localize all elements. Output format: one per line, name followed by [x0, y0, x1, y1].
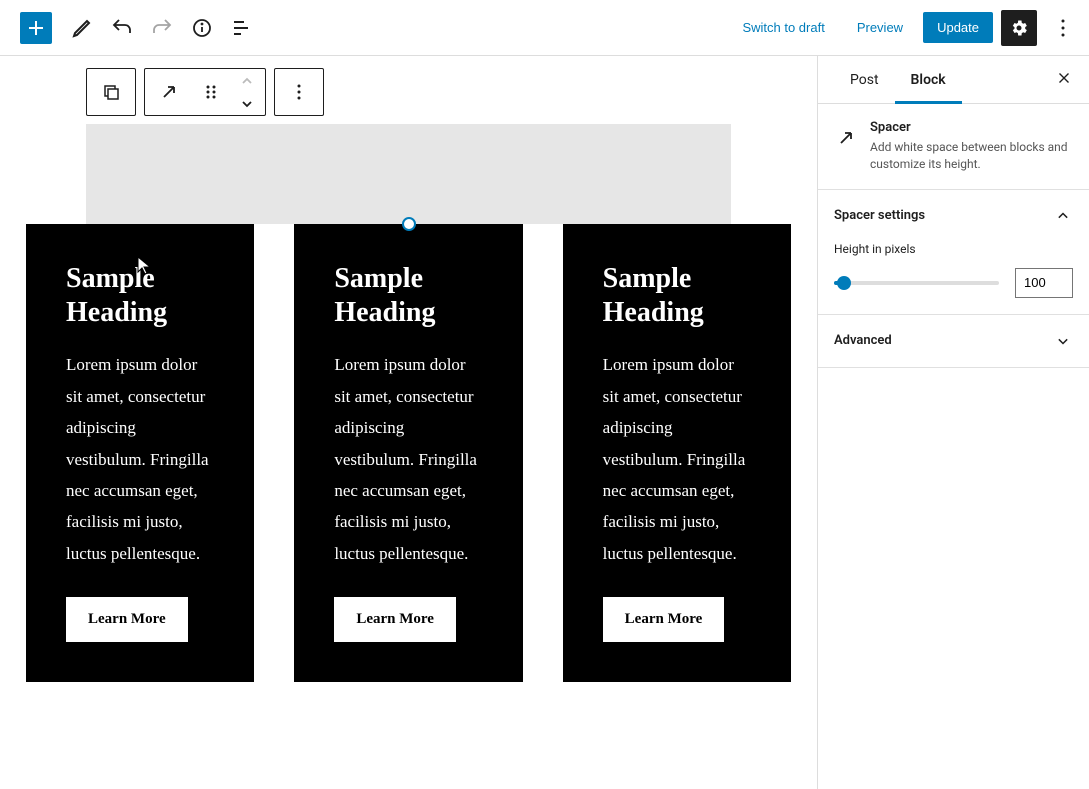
- select-parent-button[interactable]: [87, 69, 135, 115]
- toolbar-right: Switch to draft Preview Update: [730, 10, 1081, 46]
- spacer-resize-handle[interactable]: [402, 217, 416, 231]
- block-mover: [229, 69, 265, 115]
- height-label: Height in pixels: [834, 242, 1073, 256]
- advanced-panel: Advanced: [818, 315, 1089, 368]
- move-down-button[interactable]: [229, 92, 265, 115]
- card-text[interactable]: Lorem ipsum dolor sit amet, consectetur …: [334, 349, 482, 569]
- block-type-button[interactable]: [145, 69, 193, 115]
- move-up-button[interactable]: [229, 69, 265, 92]
- slider-thumb[interactable]: [837, 276, 851, 290]
- spacer-settings-body: Height in pixels: [818, 242, 1089, 314]
- card-heading[interactable]: Sample Heading: [334, 262, 482, 329]
- card[interactable]: Sample Heading Lorem ipsum dolor sit ame…: [294, 224, 522, 682]
- spacer-settings-panel: Spacer settings Height in pixels: [818, 190, 1089, 315]
- block-parent-selector: [86, 68, 136, 116]
- tab-block[interactable]: Block: [895, 56, 962, 104]
- block-more-options: [274, 68, 324, 116]
- chevron-up-icon: [1053, 206, 1073, 226]
- add-block-button[interactable]: [20, 12, 52, 44]
- card-heading[interactable]: Sample Heading: [66, 262, 214, 329]
- settings-sidebar: Post Block Spacer Add white space betwee…: [817, 56, 1089, 789]
- chevron-down-icon: [1053, 331, 1073, 351]
- block-title: Spacer: [870, 120, 1073, 135]
- close-sidebar-button[interactable]: [1055, 69, 1073, 91]
- learn-more-button[interactable]: Learn More: [603, 597, 725, 642]
- height-slider[interactable]: [834, 281, 999, 285]
- columns-block[interactable]: Sample Heading Lorem ipsum dolor sit ame…: [0, 224, 817, 682]
- height-control: [834, 268, 1073, 298]
- card-text[interactable]: Lorem ipsum dolor sit amet, consectetur …: [603, 349, 751, 569]
- editor-canvas[interactable]: Sample Heading Lorem ipsum dolor sit ame…: [0, 56, 817, 789]
- switch-to-draft-button[interactable]: Switch to draft: [730, 12, 836, 43]
- drag-handle[interactable]: [193, 69, 229, 115]
- height-input[interactable]: [1015, 268, 1073, 298]
- card[interactable]: Sample Heading Lorem ipsum dolor sit ame…: [563, 224, 791, 682]
- sidebar-tabs: Post Block: [818, 56, 1089, 104]
- block-inspector-header: Spacer Add white space between blocks an…: [818, 104, 1089, 190]
- card-heading[interactable]: Sample Heading: [603, 262, 751, 329]
- spacer-settings-toggle[interactable]: Spacer settings: [818, 190, 1089, 242]
- editor-top-bar: Switch to draft Preview Update: [0, 0, 1089, 56]
- more-options-button[interactable]: [1045, 10, 1081, 46]
- card[interactable]: Sample Heading Lorem ipsum dolor sit ame…: [26, 224, 254, 682]
- update-button[interactable]: Update: [923, 12, 993, 43]
- panel-title: Spacer settings: [834, 208, 925, 223]
- preview-button[interactable]: Preview: [845, 12, 915, 43]
- block-options-button[interactable]: [275, 69, 323, 115]
- spacer-block[interactable]: [86, 124, 731, 224]
- block-controls: [144, 68, 266, 116]
- list-view-button[interactable]: [224, 10, 260, 46]
- settings-button[interactable]: [1001, 10, 1037, 46]
- toolbar-left: [8, 10, 260, 46]
- block-toolbar: [86, 68, 324, 116]
- learn-more-button[interactable]: Learn More: [66, 597, 188, 642]
- block-description: Add white space between blocks and custo…: [870, 139, 1073, 173]
- learn-more-button[interactable]: Learn More: [334, 597, 456, 642]
- spacer-icon: [834, 120, 858, 156]
- edit-mode-button[interactable]: [64, 10, 100, 46]
- redo-button[interactable]: [144, 10, 180, 46]
- panel-title: Advanced: [834, 333, 892, 348]
- main-layout: Sample Heading Lorem ipsum dolor sit ame…: [0, 56, 1089, 789]
- advanced-toggle[interactable]: Advanced: [818, 315, 1089, 367]
- card-text[interactable]: Lorem ipsum dolor sit amet, consectetur …: [66, 349, 214, 569]
- info-button[interactable]: [184, 10, 220, 46]
- tab-post[interactable]: Post: [834, 56, 895, 104]
- undo-button[interactable]: [104, 10, 140, 46]
